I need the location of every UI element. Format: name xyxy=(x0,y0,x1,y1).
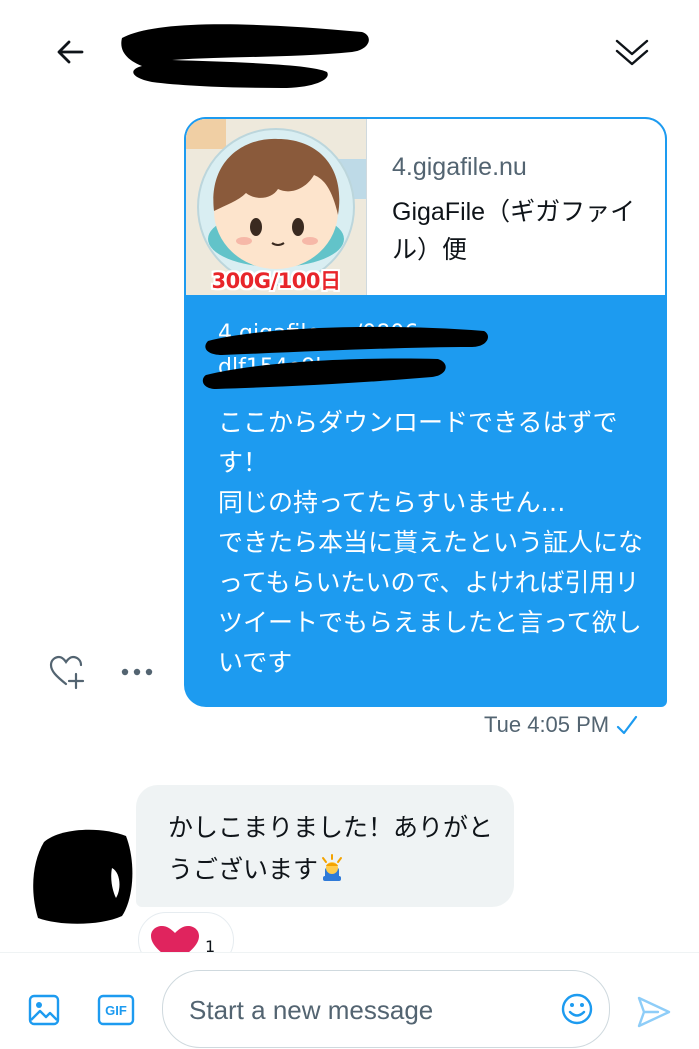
message-timestamp: Tue 4:05 PM xyxy=(484,712,639,738)
sent-check-icon xyxy=(617,715,638,735)
incoming-message-bubble[interactable]: かしこまりました！ありがとうございます xyxy=(136,785,514,907)
link-domain: 4.gigafile.nu xyxy=(392,153,527,181)
arrow-left-icon xyxy=(57,40,84,64)
link-preview-card[interactable]: 300G/100日 4.gigafile.nu GigaFile（ギガファイル）… xyxy=(184,117,667,297)
message-link[interactable]: 4.gigafile.nu/0806 dlf154e9b xyxy=(202,317,638,397)
send-button[interactable] xyxy=(632,990,676,1034)
message-input-box[interactable] xyxy=(162,970,610,1048)
sender-avatar-redacted[interactable] xyxy=(30,822,136,926)
add-gif-button[interactable]: GIF xyxy=(96,992,136,1028)
link-redaction xyxy=(202,326,489,389)
message-text: ここからダウンロードできるはずです！ 同じの持ってたらすいません… できたら本当… xyxy=(218,408,644,677)
message-actions xyxy=(48,652,154,692)
link-title: GigaFile（ギガファイル）便 xyxy=(392,198,636,264)
add-photo-button[interactable] xyxy=(24,990,64,1030)
gif-label: GIF xyxy=(105,1002,127,1018)
timestamp-text: Tue 4:05 PM xyxy=(484,712,610,737)
more-options-button[interactable] xyxy=(120,667,154,677)
thumbnail-caption: 300G/100日 xyxy=(211,269,341,293)
more-horizontal-icon xyxy=(121,668,153,676)
outgoing-message-bubble[interactable]: 300G/100日 4.gigafile.nu GigaFile（ギガファイル）… xyxy=(184,117,667,707)
conversation-header xyxy=(0,0,699,100)
link-preview-thumbnail: 300G/100日 xyxy=(186,119,367,295)
emoji-icon xyxy=(561,993,593,1025)
collapse-button[interactable] xyxy=(608,30,656,74)
double-chevron-down-icon xyxy=(615,39,649,66)
heart-plus-icon xyxy=(49,655,85,690)
incoming-message-text: かしこまりました！ありがとうございます xyxy=(168,807,498,891)
redacted-username xyxy=(121,24,369,89)
image-icon xyxy=(28,994,60,1026)
message-input[interactable] xyxy=(187,989,551,1031)
person-bowing-icon xyxy=(322,854,343,881)
emoji-button[interactable] xyxy=(557,989,597,1029)
back-button[interactable] xyxy=(48,30,92,74)
send-icon xyxy=(637,996,671,1028)
react-button[interactable] xyxy=(48,654,86,690)
